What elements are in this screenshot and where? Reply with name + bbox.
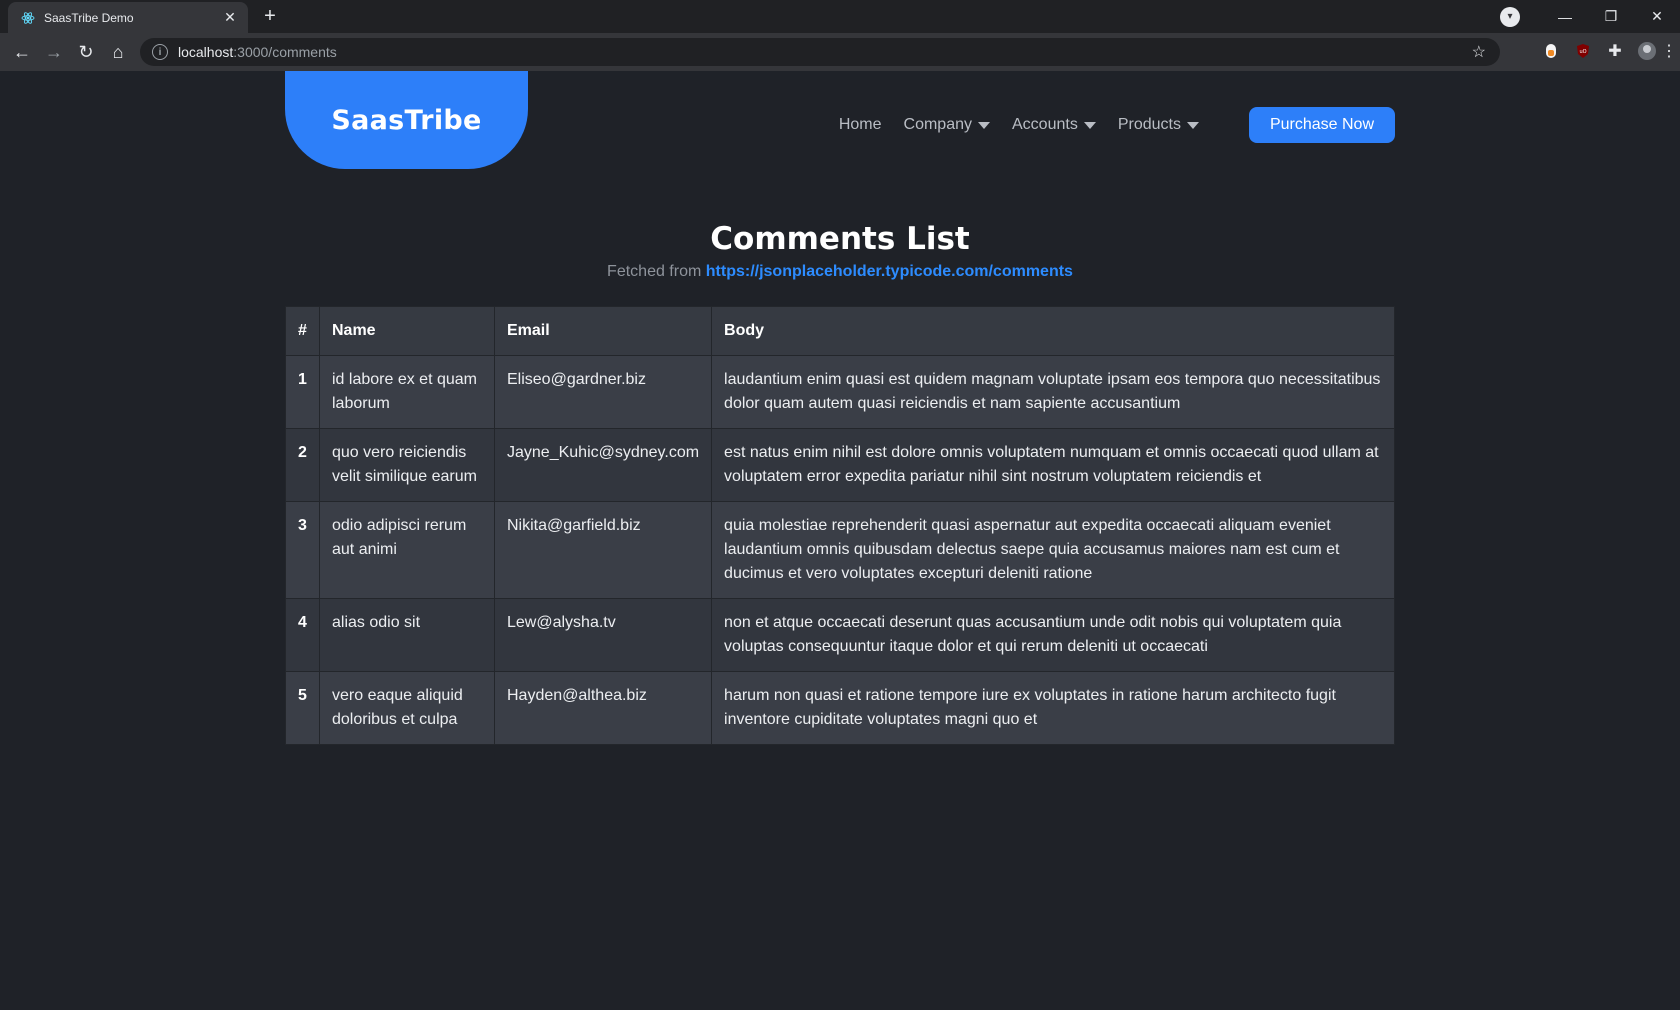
caret-down-icon: [978, 121, 990, 129]
tab-title: SaasTribe Demo: [44, 10, 134, 25]
cell-id: 4: [285, 598, 320, 672]
caret-down-icon: [1083, 121, 1096, 129]
nav-products[interactable]: Products: [1118, 116, 1199, 134]
subtitle-prefix: Fetched from: [607, 263, 702, 280]
nav-company-label: Company: [903, 116, 972, 133]
puzzle-icon[interactable]: ✚: [1604, 40, 1626, 62]
restore-icon[interactable]: ❐: [1588, 0, 1634, 33]
nav-accounts[interactable]: Accounts: [1012, 116, 1096, 134]
url-path: :3000/comments: [233, 44, 337, 60]
cell-id: 3: [285, 501, 320, 599]
menu-icon[interactable]: ⋮: [1658, 40, 1680, 62]
window-controls: ▾ — ❐ ✕: [1500, 0, 1680, 33]
purchase-now-button[interactable]: Purchase Now: [1248, 107, 1395, 143]
minimize-icon[interactable]: —: [1542, 0, 1588, 33]
table-row: 5 vero eaque aliquid doloribus et culpa …: [285, 671, 1395, 745]
table-row: 1 id labore ex et quam laborum Eliseo@ga…: [285, 355, 1395, 429]
avatar[interactable]: [1636, 40, 1658, 62]
cell-name: quo vero reiciendis velit similique earu…: [319, 428, 495, 502]
logo-text: SaasTribe: [331, 104, 482, 136]
table-row: 2 quo vero reiciendis velit similique ea…: [285, 428, 1395, 502]
table-row: 4 alias odio sit Lew@alysha.tv non et at…: [285, 598, 1395, 672]
url-host: localhost: [178, 44, 234, 60]
bookmark-star-icon[interactable]: ☆: [1472, 42, 1486, 62]
cell-name: vero eaque aliquid doloribus et culpa: [319, 671, 495, 745]
cell-id: 2: [285, 428, 320, 502]
cell-body: non et atque occaecati deserunt quas acc…: [711, 598, 1395, 672]
nav-accounts-label: Accounts: [1012, 116, 1078, 133]
browser-tab[interactable]: SaasTribe Demo ✕: [8, 2, 248, 33]
nav-company[interactable]: Company: [904, 116, 990, 134]
cell-email: Jayne_Kuhic@sydney.com: [493, 428, 713, 502]
home-icon[interactable]: ⌂: [102, 36, 134, 68]
browser-tabbar: SaasTribe Demo ✕ + ▾ — ❐ ✕: [0, 0, 1680, 33]
extension-icon[interactable]: [1540, 40, 1562, 62]
page-subtitle: Fetched from https://jsonplaceholder.typ…: [285, 263, 1395, 281]
cell-body: laudantium enim quasi est quidem magnam …: [711, 355, 1395, 429]
site-info-icon[interactable]: i: [152, 44, 168, 60]
cell-body: harum non quasi et ratione tempore iure …: [711, 671, 1395, 745]
back-icon[interactable]: ←: [6, 36, 38, 68]
cell-id: 1: [285, 355, 320, 429]
new-tab-icon[interactable]: +: [258, 5, 282, 29]
ublock-icon[interactable]: uO: [1572, 40, 1594, 62]
column-header-body: Body: [711, 306, 1395, 356]
caret-down-icon: [1186, 121, 1199, 129]
nav-products-label: Products: [1117, 116, 1181, 133]
page: SaasTribe Home Company Accounts Products…: [0, 71, 1680, 1010]
svg-text:uO: uO: [1579, 49, 1586, 55]
column-header-name: Name: [319, 306, 495, 356]
cell-body: est natus enim nihil est dolore omnis vo…: [711, 428, 1395, 502]
cell-email: Nikita@garfield.biz: [493, 501, 713, 599]
cell-email: Eliseo@gardner.biz: [493, 355, 713, 429]
react-icon: [20, 10, 36, 26]
tab-search-icon[interactable]: ▾: [1500, 6, 1520, 27]
table-header-row: # Name Email Body: [285, 306, 1395, 356]
page-title: Comments List: [710, 221, 970, 257]
column-header-id: #: [285, 306, 320, 356]
main-nav: Home Company Accounts Products Purchase …: [839, 107, 1395, 143]
cell-name: id labore ex et quam laborum: [319, 355, 495, 429]
reload-icon[interactable]: ↻: [70, 36, 102, 68]
logo[interactable]: SaasTribe: [285, 71, 528, 169]
cell-name: alias odio sit: [319, 598, 495, 672]
source-link[interactable]: https://jsonplaceholder.typicode.com/com…: [706, 263, 1073, 280]
browser-toolbar: ← → ↻ ⌂ i localhost:3000/comments ☆ uO ✚…: [0, 33, 1680, 71]
cell-email: Hayden@althea.biz: [493, 671, 713, 745]
cell-body: quia molestiae reprehenderit quasi asper…: [711, 501, 1395, 599]
cell-name: odio adipisci rerum aut animi: [319, 501, 495, 599]
comments-table: # Name Email Body 1 id labore ex et quam…: [285, 306, 1395, 745]
nav-home[interactable]: Home: [839, 116, 882, 134]
window-close-icon[interactable]: ✕: [1634, 0, 1680, 33]
address-bar[interactable]: i localhost:3000/comments ☆: [140, 38, 1500, 66]
forward-icon[interactable]: →: [38, 36, 70, 68]
cell-email: Lew@alysha.tv: [493, 598, 713, 672]
close-tab-icon[interactable]: ✕: [222, 9, 238, 26]
column-header-email: Email: [493, 306, 713, 356]
table-row: 3 odio adipisci rerum aut animi Nikita@g…: [285, 501, 1395, 599]
cell-id: 5: [285, 671, 320, 745]
nav-home-label: Home: [838, 116, 882, 133]
